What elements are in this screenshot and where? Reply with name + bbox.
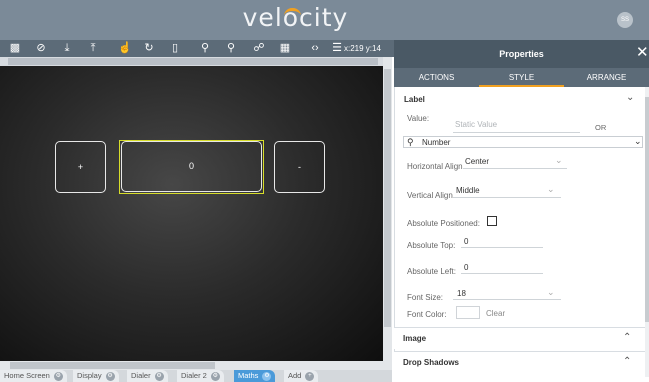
download-icon[interactable]: ⤓ xyxy=(58,40,76,57)
absolute-positioned-label: Absolute Positioned: xyxy=(407,219,480,228)
or-text: OR xyxy=(595,123,607,132)
top-bar: velocity SS xyxy=(0,0,649,40)
cursor-coordinates: x:219 y:14 xyxy=(344,44,381,53)
user-avatar[interactable]: SS xyxy=(617,12,633,28)
value-type-select[interactable]: ⚲ Number ⌄ xyxy=(403,136,643,148)
grid-icon[interactable]: ▦ xyxy=(276,40,294,57)
section-title: Image xyxy=(403,334,427,343)
font-size-label: Font Size: xyxy=(407,293,444,302)
scrollbar-thumb[interactable] xyxy=(384,69,391,327)
chevron-up-icon[interactable]: ⌃ xyxy=(623,356,631,367)
value-label: Value: xyxy=(407,114,430,123)
chevron-down-icon: ⌄ xyxy=(634,136,642,146)
logo-accent-arc xyxy=(284,8,301,16)
tab-add[interactable]: Add + xyxy=(284,370,319,382)
chevron-up-icon[interactable]: ⌃ xyxy=(623,332,631,343)
settings-icon[interactable]: ⚙ xyxy=(262,371,272,381)
tab-style[interactable]: STYLE xyxy=(479,68,564,87)
tab-dialer[interactable]: Dialer ⚙ xyxy=(127,370,168,382)
velocity-logo: velocity xyxy=(242,3,349,32)
screen-tab-bar: Home Screen ⚙ Display ⚙ Dialer ⚙ Dialer 2 ⚙ … xyxy=(0,370,392,382)
absolute-top-label: Absolute Top: xyxy=(407,241,456,250)
chevron-down-icon: ⌄ xyxy=(547,287,555,297)
tab-label: Dialer 2 xyxy=(181,371,207,380)
tab-home-screen[interactable]: Home Screen ⚙ xyxy=(0,370,67,382)
velocity-app: velocity SS ▩ ⊘ ⤓ ⤒ ☝ ↻ ▯ ⚲ ⚲ ☍ ▦ ‹› ☰ x… xyxy=(0,0,649,382)
canvas-horizontal-scrollbar[interactable] xyxy=(0,361,392,370)
editor-toolbar: ▩ ⊘ ⤓ ⤒ ☝ ↻ ▯ ⚲ ⚲ ☍ ▦ ‹› ☰ x:219 y:14 xyxy=(0,40,394,57)
font-size-select[interactable]: 18 xyxy=(457,289,466,298)
tab-actions[interactable]: ACTIONS xyxy=(394,68,479,87)
selection-outline xyxy=(119,140,264,194)
absolute-positioned-checkbox[interactable] xyxy=(487,216,497,226)
font-color-swatch[interactable] xyxy=(456,306,480,319)
panel-title: Properties xyxy=(499,49,544,59)
properties-scrollbar[interactable] xyxy=(645,87,649,377)
chevron-down-icon: ⌄ xyxy=(555,155,563,165)
add-icon[interactable]: + xyxy=(305,371,315,381)
tab-label: Display xyxy=(77,371,102,380)
horizontal-align-label: Horizontal Align xyxy=(407,162,463,171)
tab-arrange[interactable]: ARRANGE xyxy=(564,68,649,87)
upload-icon[interactable]: ⤒ xyxy=(84,40,102,57)
design-canvas[interactable]: + 0 - xyxy=(0,66,383,362)
scrollbar-thumb[interactable] xyxy=(10,362,215,369)
canvas-horizontal-scrollbar-top[interactable] xyxy=(0,57,386,66)
tab-dialer-2[interactable]: Dialer 2 ⚙ xyxy=(177,370,224,382)
minus-button-widget[interactable]: - xyxy=(274,141,325,193)
no-rotate-icon[interactable]: ⊘ xyxy=(32,40,50,57)
vertical-align-select[interactable]: Middle xyxy=(456,186,480,195)
drop-shadows-section[interactable]: Drop Shadows ⌃ xyxy=(394,351,645,382)
properties-tabs: ACTIONS STYLE ARRANGE xyxy=(394,68,649,87)
scrollbar-thumb[interactable] xyxy=(8,58,378,65)
absolute-top-input[interactable]: 0 xyxy=(464,237,468,246)
tab-maths[interactable]: Maths ⚙ xyxy=(234,370,276,382)
value-type-text: Number xyxy=(422,138,451,147)
absolute-left-input[interactable]: 0 xyxy=(464,263,468,272)
refresh-icon[interactable]: ↻ xyxy=(140,40,158,57)
zoom-in-icon[interactable]: ⚲ xyxy=(222,40,240,57)
image-section[interactable]: Image ⌃ xyxy=(394,327,645,349)
clear-color-button[interactable]: Clear xyxy=(486,309,505,318)
font-color-label: Font Color: xyxy=(407,310,447,319)
device-icon[interactable]: ▯ xyxy=(166,40,184,57)
settings-icon[interactable]: ⚙ xyxy=(53,371,63,381)
tab-label: Add xyxy=(288,371,302,380)
tab-display[interactable]: Display ⚙ xyxy=(73,370,119,382)
vertical-align-label: Vertical Align xyxy=(407,191,453,200)
settings-icon[interactable]: ⚙ xyxy=(105,371,115,381)
absolute-left-label: Absolute Left: xyxy=(407,267,456,276)
settings-icon[interactable]: ⚙ xyxy=(154,371,164,381)
plus-button-widget[interactable]: + xyxy=(55,141,106,193)
value-input[interactable]: Static Value xyxy=(455,120,497,129)
horizontal-align-select[interactable]: Center xyxy=(465,157,489,166)
label-section-title: Label xyxy=(404,95,425,104)
tab-label: Maths xyxy=(238,371,259,380)
screen-preview-icon[interactable]: ▩ xyxy=(6,40,24,57)
settings-icon[interactable]: ⚙ xyxy=(210,371,220,381)
tab-label: Home Screen xyxy=(4,371,50,380)
tab-label: Dialer xyxy=(131,371,151,380)
code-icon[interactable]: ‹› xyxy=(306,40,324,57)
canvas-vertical-scrollbar[interactable] xyxy=(383,57,392,367)
touch-icon[interactable]: ☝ xyxy=(116,40,134,57)
close-icon[interactable]: ✕ xyxy=(636,45,649,60)
section-title: Drop Shadows xyxy=(403,358,460,367)
zoom-out-icon[interactable]: ⚲ xyxy=(196,40,214,57)
search-icon: ⚲ xyxy=(407,137,414,147)
lock-icon[interactable]: ☍ xyxy=(250,40,268,57)
chevron-down-icon[interactable]: ⌄ xyxy=(626,92,634,103)
scrollbar-thumb[interactable] xyxy=(645,97,649,322)
properties-header: Properties ✕ xyxy=(394,40,649,68)
chevron-down-icon: ⌄ xyxy=(547,184,555,194)
